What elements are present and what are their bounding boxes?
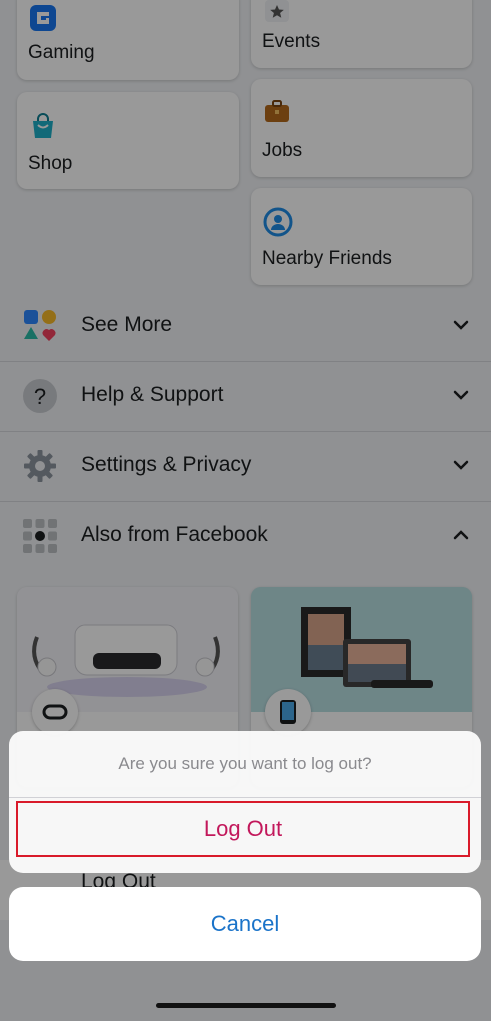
- logout-action-sheet: Are you sure you want to log out? Log Ou…: [9, 731, 481, 873]
- logout-confirm-message: Are you sure you want to log out?: [9, 731, 481, 798]
- log-out-button[interactable]: Log Out: [16, 801, 470, 857]
- home-indicator[interactable]: [156, 1003, 336, 1008]
- cancel-button[interactable]: Cancel: [9, 887, 481, 961]
